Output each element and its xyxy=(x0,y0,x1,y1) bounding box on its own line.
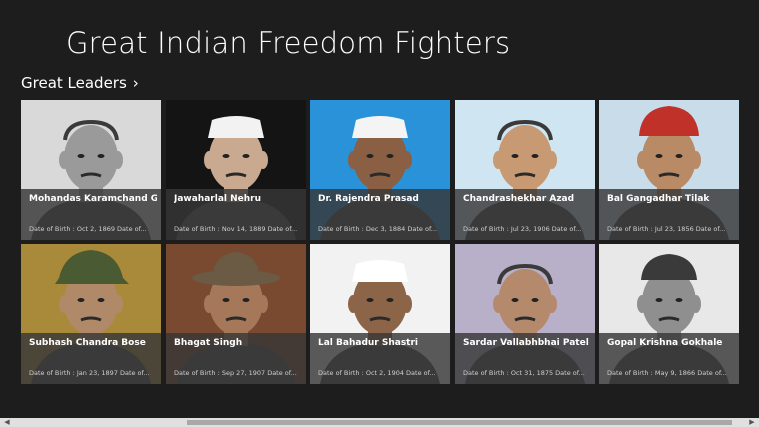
leader-name: Jawaharlal Nehru xyxy=(174,194,261,204)
leader-tile[interactable]: Jawaharlal Nehru Date of Birth : Nov 14, … xyxy=(166,100,306,240)
tile-caption: Lal Bahadur Shastri Date of Birth : Oct 2… xyxy=(310,333,450,384)
leader-tile[interactable]: Bal Gangadhar Tilak Date of Birth : Jul 2… xyxy=(599,100,739,240)
tile-caption: Mohandas Karamchand Gandhi Date of Birth … xyxy=(21,189,161,240)
leader-tile[interactable]: Bhagat Singh Date of Birth : Sep 27, 1907… xyxy=(166,244,306,384)
leader-tile[interactable]: Sardar Vallabhbhai Patel Date of Birth : … xyxy=(455,244,595,384)
horizontal-scrollbar[interactable]: ◀ ▶ xyxy=(0,418,759,427)
leader-name: Gopal Krishna Gokhale xyxy=(607,338,723,348)
leader-tile[interactable]: Subhash Chandra Bose Date of Birth : Jan … xyxy=(21,244,161,384)
tile-caption: Gopal Krishna Gokhale Date of Birth : May… xyxy=(599,333,739,384)
leader-tile[interactable]: Dr. Rajendra Prasad Date of Birth : Dec 3… xyxy=(310,100,450,240)
leader-dob: Date of Birth : May 9, 1866 Date of... xyxy=(607,369,727,377)
leader-dob: Date of Birth : Sep 27, 1907 Date of... xyxy=(174,369,297,377)
leader-tile[interactable]: Lal Bahadur Shastri Date of Birth : Oct 2… xyxy=(310,244,450,384)
leader-dob: Date of Birth : Jul 23, 1906 Date of... xyxy=(463,225,582,233)
leader-tile[interactable]: Mohandas Karamchand Gandhi Date of Birth … xyxy=(21,100,161,240)
leader-dob: Date of Birth : Oct 2, 1869 Date of... xyxy=(29,225,147,233)
leader-dob: Date of Birth : Jan 23, 1897 Date of... xyxy=(29,369,150,377)
tile-caption: Jawaharlal Nehru Date of Birth : Nov 14, … xyxy=(166,189,306,240)
tile-caption: Subhash Chandra Bose Date of Birth : Jan … xyxy=(21,333,161,384)
leader-dob: Date of Birth : Oct 2, 1904 Date of... xyxy=(318,369,436,377)
leader-name: Chandrashekhar Azad xyxy=(463,194,575,204)
app-title: Great Indian Freedom Fighters xyxy=(66,26,511,60)
leader-name: Lal Bahadur Shastri xyxy=(318,338,419,348)
leader-tile[interactable]: Gopal Krishna Gokhale Date of Birth : May… xyxy=(599,244,739,384)
leader-dob: Date of Birth : Nov 14, 1889 Date of... xyxy=(174,225,298,233)
leaders-grid: Mohandas Karamchand Gandhi Date of Birth … xyxy=(21,100,739,384)
scroll-left-icon[interactable]: ◀ xyxy=(0,418,14,427)
scroll-right-icon[interactable]: ▶ xyxy=(745,418,759,427)
tile-caption: Chandrashekhar Azad Date of Birth : Jul 2… xyxy=(455,189,595,240)
section-header-great-leaders[interactable]: Great Leaders › xyxy=(21,74,139,92)
leader-name: Bal Gangadhar Tilak xyxy=(607,194,710,204)
leader-name: Dr. Rajendra Prasad xyxy=(318,194,419,204)
leader-dob: Date of Birth : Oct 31, 1875 Date of... xyxy=(463,369,585,377)
tile-caption: Bhagat Singh Date of Birth : Sep 27, 1907… xyxy=(166,333,306,384)
leader-tile[interactable]: Chandrashekhar Azad Date of Birth : Jul 2… xyxy=(455,100,595,240)
tile-caption: Dr. Rajendra Prasad Date of Birth : Dec 3… xyxy=(310,189,450,240)
scroll-thumb[interactable] xyxy=(187,420,732,425)
leader-dob: Date of Birth : Jul 23, 1856 Date of... xyxy=(607,225,726,233)
leader-name: Sardar Vallabhbhai Patel xyxy=(463,338,589,348)
chevron-right-icon: › xyxy=(132,74,139,92)
section-title: Great Leaders xyxy=(21,74,127,92)
leader-name: Subhash Chandra Bose xyxy=(29,338,146,348)
tile-caption: Sardar Vallabhbhai Patel Date of Birth : … xyxy=(455,333,595,384)
leader-name: Bhagat Singh xyxy=(174,338,243,348)
leader-dob: Date of Birth : Dec 3, 1884 Date of... xyxy=(318,225,437,233)
leader-name: Mohandas Karamchand Gandhi xyxy=(29,194,157,204)
tile-caption: Bal Gangadhar Tilak Date of Birth : Jul 2… xyxy=(599,189,739,240)
